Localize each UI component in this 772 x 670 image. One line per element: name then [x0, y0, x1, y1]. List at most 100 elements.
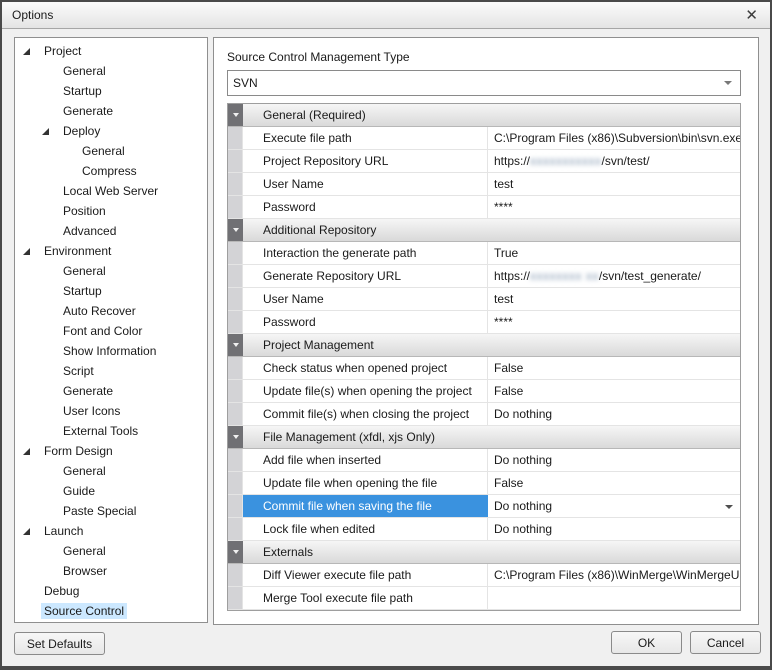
- property-row-interaction-the-generate-path[interactable]: Interaction the generate pathTrue: [228, 242, 740, 265]
- dropdown-arrow-icon[interactable]: [725, 505, 733, 509]
- property-row-project-repository-url[interactable]: Project Repository URLhttps://xxxxxxxxxx…: [228, 150, 740, 173]
- property-label[interactable]: Merge Tool execute file path: [243, 587, 488, 609]
- collapse-button[interactable]: [228, 426, 243, 448]
- tree-item-advanced[interactable]: Advanced: [15, 221, 207, 241]
- expand-triangle-icon[interactable]: [42, 128, 49, 135]
- tree-item-general[interactable]: General: [15, 61, 207, 81]
- property-label[interactable]: Generate Repository URL: [243, 265, 488, 287]
- tree-item-user-icons[interactable]: User Icons: [15, 401, 207, 421]
- tree-item-auto-recover[interactable]: Auto Recover: [15, 301, 207, 321]
- property-label[interactable]: Execute file path: [243, 127, 488, 149]
- property-label[interactable]: Lock file when edited: [243, 518, 488, 540]
- property-label[interactable]: Commit file(s) when closing the project: [243, 403, 488, 425]
- property-row-execute-file-path[interactable]: Execute file pathC:\Program Files (x86)\…: [228, 127, 740, 150]
- tree-item-general[interactable]: General: [15, 461, 207, 481]
- tree-item-show-information[interactable]: Show Information: [15, 341, 207, 361]
- property-label[interactable]: Update file when opening the file: [243, 472, 488, 494]
- property-row-generate-repository-url[interactable]: Generate Repository URLhttps://xxxxxxxx …: [228, 265, 740, 288]
- property-row-update-file-s-when-opening-the-project[interactable]: Update file(s) when opening the projectF…: [228, 380, 740, 403]
- property-row-check-status-when-opened-project[interactable]: Check status when opened projectFalse: [228, 357, 740, 380]
- property-row-commit-file-when-saving-the-file[interactable]: Commit file when saving the fileDo nothi…: [228, 495, 740, 518]
- section-header-externals[interactable]: Externals: [228, 541, 740, 564]
- property-value[interactable]: C:\Program Files (x86)\WinMerge\WinMerge…: [488, 564, 740, 586]
- property-value[interactable]: ****: [488, 196, 740, 218]
- property-row-diff-viewer-execute-file-path[interactable]: Diff Viewer execute file pathC:\Program …: [228, 564, 740, 587]
- tree-item-startup[interactable]: Startup: [15, 281, 207, 301]
- tree-item-deploy[interactable]: Deploy: [15, 121, 207, 141]
- property-value[interactable]: Do nothing: [488, 403, 740, 425]
- property-value[interactable]: test: [488, 173, 740, 195]
- close-icon[interactable]: ✕: [743, 8, 760, 23]
- section-header-additional-repository[interactable]: Additional Repository: [228, 219, 740, 242]
- tree-item-debug[interactable]: Debug: [15, 581, 207, 601]
- collapse-button[interactable]: [228, 104, 243, 126]
- property-label[interactable]: Diff Viewer execute file path: [243, 564, 488, 586]
- scm-type-combobox[interactable]: SVN: [227, 70, 741, 96]
- property-label[interactable]: Check status when opened project: [243, 357, 488, 379]
- property-row-password[interactable]: Password****: [228, 311, 740, 334]
- tree-item-launch[interactable]: Launch: [15, 521, 207, 541]
- property-row-lock-file-when-edited[interactable]: Lock file when editedDo nothing: [228, 518, 740, 541]
- property-value[interactable]: Do nothing: [488, 518, 740, 540]
- property-label[interactable]: Password: [243, 196, 488, 218]
- tree-item-general[interactable]: General: [15, 261, 207, 281]
- tree-item-general[interactable]: General: [15, 541, 207, 561]
- collapse-button[interactable]: [228, 219, 243, 241]
- tree-item-script[interactable]: Script: [15, 361, 207, 381]
- tree-item-paste-special[interactable]: Paste Special: [15, 501, 207, 521]
- section-header-general-required[interactable]: General (Required): [228, 104, 740, 127]
- tree-item-generate[interactable]: Generate: [15, 101, 207, 121]
- tree-item-source-control[interactable]: Source Control: [15, 601, 207, 621]
- property-row-add-file-when-inserted[interactable]: Add file when insertedDo nothing: [228, 449, 740, 472]
- tree-item-general[interactable]: General: [15, 141, 207, 161]
- property-value[interactable]: https://xxxxxxxx xx/svn/test_generate/: [488, 265, 740, 287]
- property-label[interactable]: Commit file when saving the file: [243, 495, 488, 517]
- property-label[interactable]: Interaction the generate path: [243, 242, 488, 264]
- tree-item-local-web-server[interactable]: Local Web Server: [15, 181, 207, 201]
- property-value[interactable]: Do nothing: [488, 449, 740, 471]
- property-value[interactable]: False: [488, 357, 740, 379]
- property-label[interactable]: Add file when inserted: [243, 449, 488, 471]
- tree-item-position[interactable]: Position: [15, 201, 207, 221]
- property-label[interactable]: User Name: [243, 173, 488, 195]
- collapse-button[interactable]: [228, 334, 243, 356]
- property-value[interactable]: True: [488, 242, 740, 264]
- ok-button[interactable]: OK: [611, 631, 682, 654]
- expand-triangle-icon[interactable]: [23, 48, 30, 55]
- property-value[interactable]: ****: [488, 311, 740, 333]
- property-label[interactable]: Update file(s) when opening the project: [243, 380, 488, 402]
- section-header-file-management-xfdl-xjs-only[interactable]: File Management (xfdl, xjs Only): [228, 426, 740, 449]
- property-row-password[interactable]: Password****: [228, 196, 740, 219]
- property-value[interactable]: C:\Program Files (x86)\Subversion\bin\sv…: [488, 127, 740, 149]
- property-row-commit-file-s-when-closing-the-project[interactable]: Commit file(s) when closing the projectD…: [228, 403, 740, 426]
- tree-item-environment[interactable]: Environment: [15, 241, 207, 261]
- collapse-button[interactable]: [228, 541, 243, 563]
- property-value[interactable]: False: [488, 380, 740, 402]
- tree-item-guide[interactable]: Guide: [15, 481, 207, 501]
- property-value[interactable]: Do nothing: [488, 495, 740, 517]
- property-value[interactable]: [488, 587, 740, 609]
- section-header-project-management[interactable]: Project Management: [228, 334, 740, 357]
- expand-triangle-icon[interactable]: [23, 248, 30, 255]
- tree-item-project[interactable]: Project: [15, 41, 207, 61]
- property-row-user-name[interactable]: User Nametest: [228, 173, 740, 196]
- property-row-update-file-when-opening-the-file[interactable]: Update file when opening the fileFalse: [228, 472, 740, 495]
- expand-triangle-icon[interactable]: [23, 448, 30, 455]
- tree-item-font-and-color[interactable]: Font and Color: [15, 321, 207, 341]
- property-value[interactable]: False: [488, 472, 740, 494]
- tree-item-external-tools[interactable]: External Tools: [15, 421, 207, 441]
- tree-item-browser[interactable]: Browser: [15, 561, 207, 581]
- property-value[interactable]: test: [488, 288, 740, 310]
- property-label[interactable]: Password: [243, 311, 488, 333]
- cancel-button[interactable]: Cancel: [690, 631, 761, 654]
- expand-triangle-icon[interactable]: [23, 528, 30, 535]
- property-value[interactable]: https://xxxxxxxxxxx/svn/test/: [488, 150, 740, 172]
- property-row-merge-tool-execute-file-path[interactable]: Merge Tool execute file path: [228, 587, 740, 610]
- property-label[interactable]: User Name: [243, 288, 488, 310]
- set-defaults-button[interactable]: Set Defaults: [14, 632, 105, 655]
- tree-item-startup[interactable]: Startup: [15, 81, 207, 101]
- tree-item-form-design[interactable]: Form Design: [15, 441, 207, 461]
- tree-item-compress[interactable]: Compress: [15, 161, 207, 181]
- property-label[interactable]: Project Repository URL: [243, 150, 488, 172]
- property-row-user-name[interactable]: User Nametest: [228, 288, 740, 311]
